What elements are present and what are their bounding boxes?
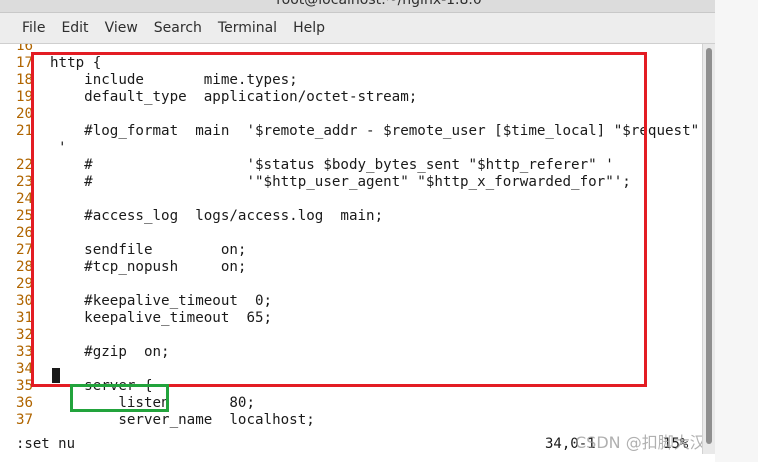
code-line: 25 #access_log logs/access.log main;: [16, 208, 383, 225]
line-number: 30: [16, 293, 34, 309]
code-line: 19 default_type application/octet-stream…: [16, 89, 417, 106]
code-line: 24: [16, 191, 50, 208]
code-text: # '$status $body_bytes_sent "$http_refer…: [50, 157, 614, 173]
wrapped-line-continuation: ': [58, 140, 67, 156]
code-text: #gzip on;: [50, 344, 170, 360]
scrollbar-thumb[interactable]: [706, 48, 712, 444]
text-cursor: [52, 368, 60, 383]
line-number: 24: [16, 191, 34, 207]
line-number: 33: [16, 344, 34, 360]
code-line: 27 sendfile on;: [16, 242, 246, 259]
code-line: 30 #keepalive_timeout 0;: [16, 293, 272, 310]
code-text: #tcp_nopush on;: [50, 259, 247, 275]
line-number: 36: [16, 395, 34, 411]
terminal-editor[interactable]: 16 17 http { 18 include mime.types; 19 de…: [16, 44, 702, 434]
code-text: default_type application/octet-stream;: [50, 89, 418, 105]
code-line: 17 http {: [16, 55, 101, 72]
vertical-scrollbar[interactable]: [702, 44, 715, 454]
code-text: #log_format main '$remote_addr - $remote…: [50, 123, 700, 139]
line-number: 26: [16, 225, 34, 241]
code-text: # '"$http_user_agent" "$http_x_forwarded…: [50, 174, 631, 190]
code-line: 22 # '$status $body_bytes_sent "$http_re…: [16, 157, 614, 174]
code-line: 34: [16, 361, 50, 378]
code-text: listen 80;: [50, 395, 255, 411]
code-line: 33 #gzip on;: [16, 344, 170, 361]
line-number: 35: [16, 378, 34, 394]
menu-edit[interactable]: Edit: [53, 13, 96, 43]
line-number: 32: [16, 327, 34, 343]
line-number: 19: [16, 89, 34, 105]
menu-help[interactable]: Help: [285, 13, 333, 43]
code-line: 23 # '"$http_user_agent" "$http_x_forwar…: [16, 174, 631, 191]
code-line: 32: [16, 327, 50, 344]
code-line: 26: [16, 225, 50, 242]
code-line: 29: [16, 276, 50, 293]
line-number: 17: [16, 55, 34, 71]
line-number: 21: [16, 123, 34, 139]
code-line: 28 #tcp_nopush on;: [16, 259, 246, 276]
code-line: 36 listen 80;: [16, 395, 255, 412]
menu-file[interactable]: File: [0, 13, 53, 43]
desktop-background: [715, 0, 758, 462]
code-text: include mime.types;: [50, 72, 298, 88]
line-number: 27: [16, 242, 34, 258]
code-text: server {: [50, 378, 153, 394]
code-line: 31 keepalive_timeout 65;: [16, 310, 272, 327]
line-number: 20: [16, 106, 34, 122]
code-line: 16: [16, 44, 50, 55]
menu-view[interactable]: View: [97, 13, 146, 43]
line-number: 16: [16, 44, 34, 54]
line-number: 34: [16, 361, 34, 377]
line-number: 31: [16, 310, 34, 326]
code-line: 35 server {: [16, 378, 153, 395]
menu-bar: File Edit View Search Terminal Help: [0, 13, 758, 44]
code-text: #keepalive_timeout 0;: [50, 293, 273, 309]
code-line: 21 #log_format main '$remote_addr - $rem…: [16, 123, 699, 140]
menu-terminal[interactable]: Terminal: [210, 13, 285, 43]
line-number: 28: [16, 259, 34, 275]
window-titlebar: root@localhost:~/nginx-1.8.0: [0, 0, 758, 13]
window-title: root@localhost:~/nginx-1.8.0: [276, 0, 482, 8]
code-text: #access_log logs/access.log main;: [50, 208, 384, 224]
code-text: keepalive_timeout 65;: [50, 310, 273, 326]
line-number: 25: [16, 208, 34, 224]
line-number: 37: [16, 412, 34, 428]
code-text: server_name localhost;: [50, 412, 315, 428]
code-text: http {: [50, 55, 102, 71]
line-number: 29: [16, 276, 34, 292]
code-line: 37 server_name localhost;: [16, 412, 315, 429]
line-number: 23: [16, 174, 34, 190]
code-text: sendfile on;: [50, 242, 247, 258]
line-number: 22: [16, 157, 34, 173]
code-line: 18 include mime.types;: [16, 72, 298, 89]
code-line: 20: [16, 106, 50, 123]
line-number: 18: [16, 72, 34, 88]
menu-search[interactable]: Search: [146, 13, 210, 43]
